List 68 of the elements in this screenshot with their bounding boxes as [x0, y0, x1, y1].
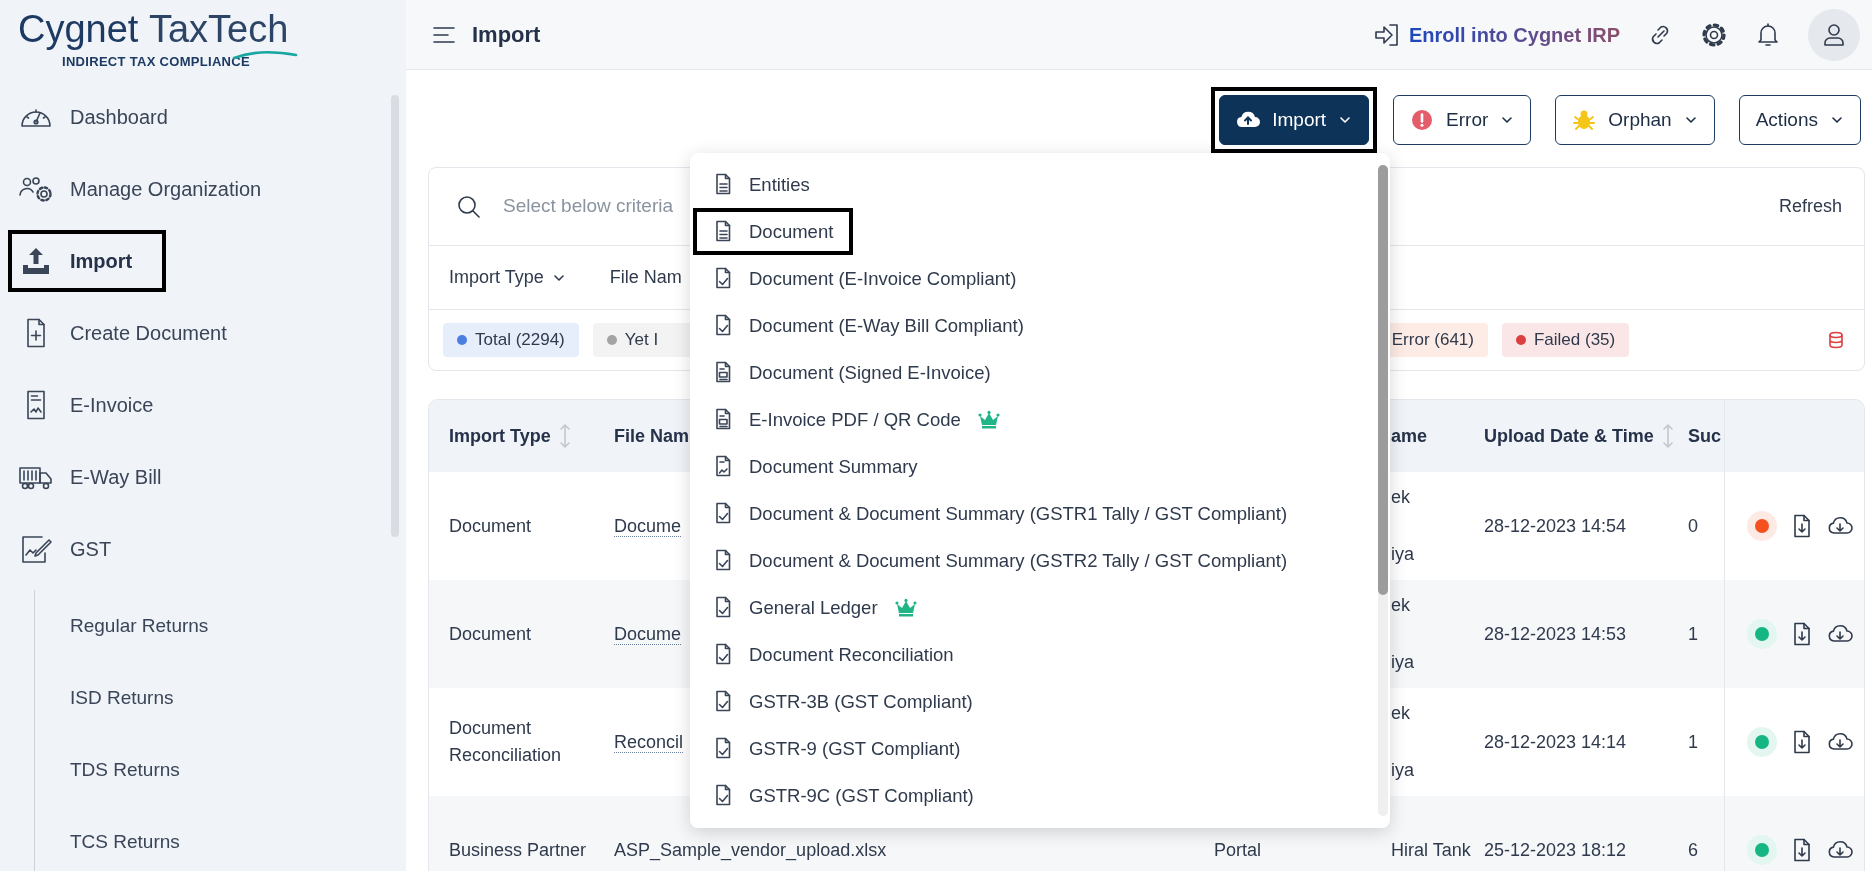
sidebar-item[interactable]: Create Document [8, 302, 261, 364]
sidebar-item[interactable]: GST [8, 518, 146, 580]
table-cell: ASP_Sample_vendor_upload.xlsx [614, 839, 887, 860]
table-cell: 28-12-2023 14:14 [1484, 731, 1627, 752]
toolbar-dropdown-button[interactable]: Import [1219, 95, 1370, 145]
toolbar-dropdown-button[interactable]: Orphan [1555, 95, 1715, 145]
sidebar-item[interactable]: E-Invoice [8, 374, 188, 436]
settings-icon [1700, 20, 1728, 49]
menu-item[interactable]: Document Reconciliation [693, 631, 974, 678]
sidebar-subitem[interactable]: ISD Returns [35, 662, 194, 734]
menu-item[interactable]: E-Invoice PDF / QR Code [693, 396, 1021, 443]
menu-item[interactable]: GSTR-9 (GST Compliant) [693, 725, 981, 772]
toolbar-dropdown-button[interactable]: Actions [1738, 95, 1861, 145]
table-cell: 1 [1688, 623, 1698, 644]
logo-tagline: INDIRECT TAX COMPLIANCE [62, 53, 250, 71]
table-cell-text: iya [1391, 543, 1415, 566]
file-link[interactable]: Reconcil [614, 731, 684, 753]
table-cell: 25-12-2023 18:12 [1484, 839, 1627, 860]
menu-item[interactable]: Document [693, 208, 854, 255]
filter-dropdown[interactable]: File Nam [609, 264, 682, 291]
scrollbar-thumb[interactable] [1378, 165, 1388, 595]
table-cell-text: ek [1391, 594, 1411, 617]
table-cell: 0 [1688, 515, 1698, 536]
avatar[interactable] [1808, 8, 1860, 61]
column-header[interactable]: File Nam [614, 422, 690, 450]
menu-item[interactable]: Document & Document Summary (GSTR2 Tally / GST Compliant) [693, 537, 1308, 584]
sidebar-subitem[interactable]: TCS Returns [35, 806, 200, 871]
logo-wordmark: Cygnet TaxTech [18, 10, 289, 48]
database-icon [1828, 331, 1844, 349]
sidebar-item[interactable]: Manage Organization [8, 158, 296, 220]
column-header[interactable]: ame [1391, 422, 1428, 450]
sidebar-subitem[interactable]: TDS Returns [35, 734, 200, 806]
error-icon [1410, 108, 1435, 132]
refresh-link[interactable]: Refresh [1778, 193, 1842, 220]
table-cell-text: ek [1391, 486, 1411, 509]
crown-icon [893, 597, 918, 618]
menu-item[interactable]: Document & Document Summary (GSTR1 Tally / GST Compliant) [693, 490, 1308, 537]
table-cell: 28-12-2023 14:54 [1484, 515, 1627, 536]
table-cell: Document Reconciliation [449, 718, 562, 765]
bug-icon [1572, 108, 1597, 132]
menu-item[interactable]: General Ledger [693, 584, 938, 631]
sidebar-subitem[interactable]: Regular Returns [35, 590, 229, 662]
file-link[interactable]: Docume [614, 515, 682, 537]
sidebar-item[interactable]: Dashboard [8, 86, 202, 148]
table-cell: Document [449, 515, 532, 536]
page-title: Import [472, 21, 541, 49]
table-cell-text: iya [1391, 651, 1415, 674]
table-cell-text: Hiral Tank [1391, 838, 1472, 862]
status-filter-chip[interactable]: Failed (35) [1501, 323, 1630, 357]
table-cell-text: ek [1391, 702, 1411, 725]
filter-dropdown[interactable]: Import Type [449, 264, 566, 291]
file-link[interactable]: Docume [614, 623, 682, 645]
menu-item[interactable]: GSTR-3B (GST Compliant) [693, 678, 993, 725]
menu-item[interactable]: GSTR-9C (GST Compliant) [693, 772, 994, 819]
menu-item[interactable]: Document Summary [693, 443, 938, 490]
sidebar-item[interactable]: E-Way Bill [8, 446, 196, 508]
table-cell: Business Partner [449, 839, 587, 860]
table-cell-text: iya [1391, 759, 1415, 782]
table-cell: 6 [1688, 839, 1698, 860]
sidebar-item[interactable]: Import [8, 230, 167, 292]
table-cell: 28-12-2023 14:53 [1484, 623, 1627, 644]
toolbar-dropdown-button[interactable]: Error [1393, 95, 1532, 145]
crown-icon [976, 409, 1001, 430]
table-cell: 1 [1688, 731, 1698, 752]
table-cell: Portal [1214, 839, 1262, 860]
table-cell: Document [449, 623, 532, 644]
status-filter-chip[interactable]: Total (2294) [443, 323, 579, 357]
menu-item[interactable]: Document (E-Invoice Compliant) [693, 255, 1037, 302]
